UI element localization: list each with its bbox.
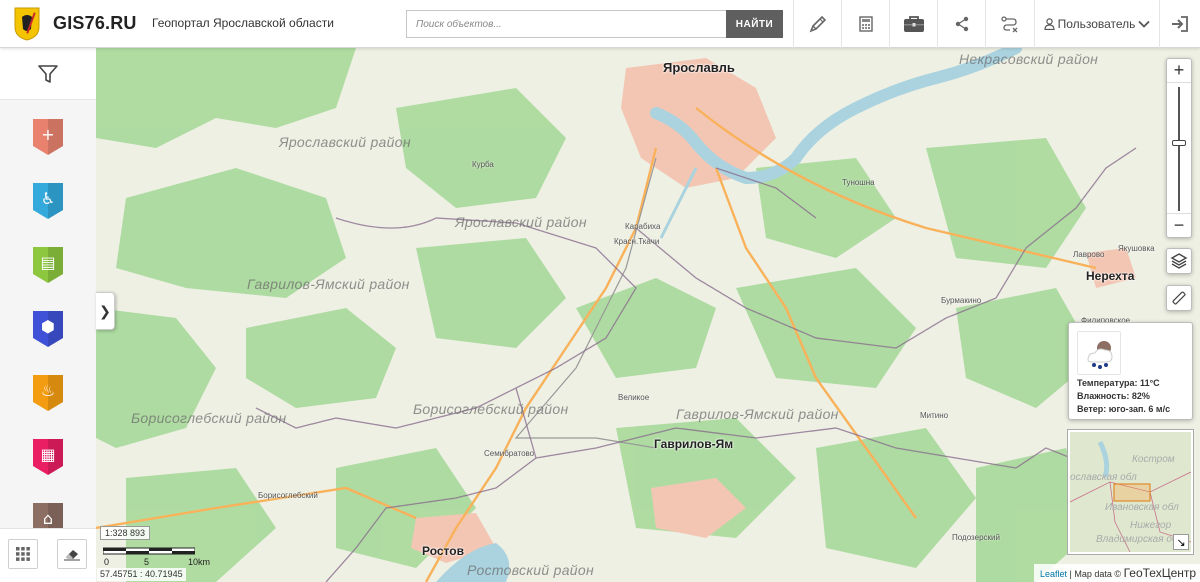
minimap-viewport[interactable] — [1113, 483, 1151, 502]
rain-cloud-weather-icon — [1077, 331, 1121, 375]
map-tiles — [96, 48, 1200, 582]
share-button[interactable] — [937, 0, 985, 48]
zoom-in-button[interactable]: + — [1167, 59, 1191, 83]
housing-layer-icon: ▦ — [33, 439, 63, 475]
site-title[interactable]: GIS76.RU — [53, 13, 137, 34]
weather-humidity: Влажность: 82% — [1077, 391, 1150, 401]
housing-layer-button[interactable]: ▦ — [32, 438, 64, 476]
healthcare-layer-icon: + — [33, 119, 63, 155]
grid-icon — [16, 547, 30, 561]
user-icon — [1043, 18, 1055, 30]
minimap[interactable]: Костром ославская обл Ивановская обл Ниж… — [1067, 429, 1194, 555]
sidebar-bottom-bar — [0, 528, 96, 582]
layers-icon — [1170, 253, 1188, 269]
site-subtitle: Геопортал Ярославской области — [152, 16, 334, 30]
zoom-slider-track[interactable] — [1178, 87, 1180, 211]
panel-expand-toggle[interactable]: ❯ — [96, 292, 115, 330]
minimap-label: Владимирская об — [1096, 533, 1178, 545]
yaroslavl-coat-of-arms-icon[interactable] — [14, 7, 40, 41]
grid-button[interactable] — [8, 539, 38, 569]
measure-button[interactable] — [1166, 285, 1192, 311]
eraser-button[interactable] — [57, 539, 87, 569]
minimap-label: Ивановская обл — [1105, 501, 1179, 513]
search-button[interactable]: НАЙТИ — [726, 10, 783, 38]
minimap-collapse-button[interactable]: ↘ — [1173, 534, 1189, 550]
zoom-slider-handle[interactable] — [1172, 140, 1186, 146]
layers-sidebar: + ♿ ▤ ⬢ ♨ ▦ ⌂ — [0, 48, 96, 582]
ruler-icon — [1172, 291, 1186, 305]
logout-icon — [1172, 16, 1188, 32]
app-header: GIS76.RU Геопортал Ярославской области Н… — [0, 0, 1200, 48]
accessibility-layer-icon: ♿ — [33, 183, 63, 219]
agriculture-layer-button[interactable]: ♨ — [32, 374, 64, 412]
healthcare-layer-button[interactable]: + — [32, 118, 64, 156]
logout-button[interactable] — [1159, 0, 1200, 48]
accessibility-layer-button[interactable]: ♿ — [32, 182, 64, 220]
filter-icon — [38, 64, 58, 83]
cursor-coordinates: 57.45751 : 40.71945 — [97, 568, 186, 581]
eraser-icon — [64, 550, 80, 561]
scale-ratio: 1:328 893 — [100, 526, 151, 540]
briefcase-icon — [903, 16, 924, 32]
svg-text:⌂: ⌂ — [43, 509, 53, 528]
minimap-label: Костром — [1132, 454, 1175, 465]
culture-layer-button[interactable]: ⌂ — [32, 502, 64, 528]
leaflet-link[interactable]: Leaflet — [1040, 569, 1067, 579]
education-layer-icon: ▤ — [33, 247, 63, 283]
draw-tool-button[interactable] — [793, 0, 841, 48]
layers-switcher-button[interactable] — [1166, 248, 1192, 274]
draw-tool-icon — [809, 15, 826, 33]
chevron-down-icon — [1138, 20, 1151, 28]
map-canvas[interactable] — [96, 48, 1200, 582]
minimap-label: Нижегор — [1130, 520, 1172, 531]
culture-layer-icon: ⌂ — [33, 503, 63, 528]
security-layer-button[interactable]: ⬢ — [32, 310, 64, 348]
route-clear-button[interactable] — [985, 0, 1033, 48]
svg-text:♿: ♿ — [41, 189, 55, 208]
svg-text:⬢: ⬢ — [41, 317, 55, 336]
map-attribution: Leaflet | Map data © ГеоТехЦентр — [1034, 564, 1200, 582]
minimap-label: ославская обл — [1070, 471, 1137, 483]
education-layer-button[interactable]: ▤ — [32, 246, 64, 284]
share-icon — [955, 16, 968, 32]
weather-widget: Температура: 11°C Влажность: 82% Ветер: … — [1068, 322, 1193, 420]
zoom-out-button[interactable]: − — [1167, 213, 1191, 237]
scale-tick: 0 — [104, 557, 110, 567]
route-clear-icon — [1000, 16, 1017, 33]
weather-wind: Ветер: юго-зап. 6 м/с — [1077, 404, 1171, 414]
filter-button[interactable] — [0, 48, 96, 100]
scale-bar — [103, 547, 195, 555]
weather-temperature: Температура: 11°C — [1077, 378, 1160, 388]
arrow-down-right-icon: ↘ — [1176, 536, 1186, 549]
portfolio-button[interactable] — [889, 0, 937, 48]
search-input[interactable] — [406, 10, 727, 38]
attribution-brand[interactable]: ГеоТехЦентр — [1124, 566, 1196, 580]
chevron-right-icon: ❯ — [99, 302, 111, 319]
svg-text:▤: ▤ — [40, 253, 55, 272]
layer-category-list: + ♿ ▤ ⬢ ♨ ▦ ⌂ — [0, 100, 96, 528]
svg-text:♨: ♨ — [41, 381, 55, 400]
svg-text:▦: ▦ — [40, 445, 55, 464]
scale-tick: 10km — [188, 557, 211, 567]
agriculture-layer-icon: ♨ — [33, 375, 63, 411]
scale-tick: 5 — [144, 557, 150, 567]
calculator-icon — [858, 16, 873, 32]
security-layer-icon: ⬢ — [33, 311, 63, 347]
user-label: Пользователь — [1057, 17, 1136, 31]
calculator-button[interactable] — [841, 0, 889, 48]
svg-text:+: + — [41, 125, 54, 144]
attribution-data-text: Map data © — [1074, 569, 1122, 579]
zoom-control: + − — [1166, 58, 1192, 238]
user-menu[interactable]: Пользователь — [1034, 0, 1159, 48]
